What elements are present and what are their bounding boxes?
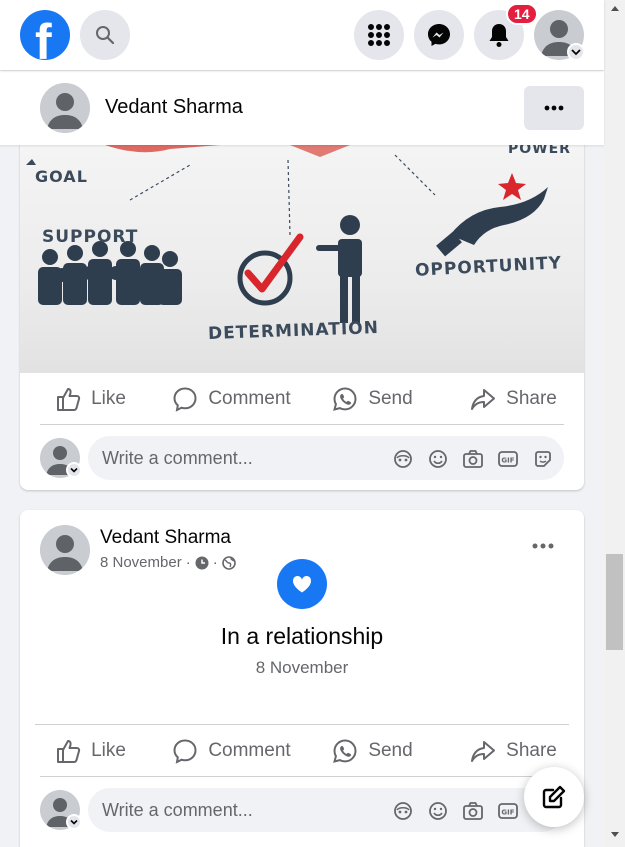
send-label: Send	[368, 388, 413, 409]
divider	[40, 776, 564, 777]
comment-bubble-icon	[173, 387, 197, 412]
divider	[40, 424, 564, 425]
post-meta: 8 November · ·	[100, 554, 236, 571]
post-card: GOAL SUPPORT DETERMINATION OPPORTUNITY P…	[20, 120, 584, 490]
author-avatar[interactable]	[40, 525, 90, 575]
post-actions: Like Comment Send Share	[20, 726, 584, 776]
post-date[interactable]: 8 November	[100, 554, 182, 571]
grid-menu-icon	[368, 24, 390, 46]
sticker-icon[interactable]	[532, 448, 554, 470]
camera-icon[interactable]	[462, 800, 484, 822]
account-menu-caret[interactable]	[567, 43, 585, 61]
search-button[interactable]	[80, 10, 130, 60]
send-button[interactable]: Send	[302, 726, 443, 776]
share-label: Share	[506, 388, 557, 409]
whatsapp-icon	[333, 739, 357, 763]
like-button[interactable]: Like	[20, 374, 161, 424]
commenter-switch-caret[interactable]	[66, 814, 82, 830]
share-arrow-icon	[471, 389, 496, 410]
share-label: Share	[506, 740, 557, 761]
like-label: Like	[91, 740, 126, 761]
whatsapp-icon	[333, 387, 357, 411]
notification-badge: 14	[506, 3, 538, 25]
emoji-icon[interactable]	[427, 800, 449, 822]
comment-bubble-icon	[173, 739, 197, 764]
image-word-support: SUPPORT	[42, 227, 139, 247]
meta-separator: ·	[212, 554, 218, 571]
image-word-power: POWER	[508, 145, 571, 157]
search-icon	[96, 26, 115, 45]
post-image: GOAL SUPPORT DETERMINATION OPPORTUNITY P…	[20, 145, 584, 373]
post-options-button[interactable]	[524, 86, 584, 130]
thumbs-up-icon	[57, 740, 81, 763]
divider	[35, 724, 569, 725]
gif-icon[interactable]: GIF	[497, 800, 519, 822]
compose-icon	[542, 785, 566, 809]
post-card: Vedant Sharma 8 November · · In a relati…	[20, 510, 584, 847]
comment-composer: Write a comment... GIF	[20, 786, 584, 832]
more-horizontal-icon	[544, 105, 564, 111]
comment-tools: GIF	[392, 448, 554, 470]
comment-label: Comment	[208, 740, 291, 761]
more-horizontal-icon	[532, 543, 554, 549]
clock-icon	[195, 556, 209, 569]
svg-text:GIF: GIF	[501, 809, 514, 817]
like-button[interactable]: Like	[20, 726, 161, 776]
new-message-button[interactable]	[524, 767, 584, 827]
comment-label: Comment	[208, 388, 291, 409]
scroll-down-arrow-icon[interactable]	[611, 832, 619, 837]
life-event-date: 8 November	[255, 658, 349, 677]
gif-icon[interactable]: GIF	[497, 448, 519, 470]
page-scrollbar[interactable]	[604, 0, 625, 847]
avatar-sticker-icon[interactable]	[392, 800, 414, 822]
author-name[interactable]: Vedant Sharma	[100, 527, 231, 549]
comment-placeholder: Write a comment...	[102, 799, 253, 820]
logo-letter: f	[35, 14, 52, 60]
scroll-up-arrow-icon[interactable]	[611, 6, 619, 11]
author-avatar[interactable]	[40, 83, 90, 133]
comment-button[interactable]: Comment	[161, 726, 302, 776]
comment-placeholder: Write a comment...	[102, 447, 253, 468]
heart-icon	[292, 575, 312, 593]
avatar-sticker-icon[interactable]	[392, 448, 414, 470]
messenger-icon	[428, 24, 450, 46]
meta-separator: ·	[185, 554, 191, 571]
camera-icon[interactable]	[462, 448, 484, 470]
chevron-down-icon	[571, 49, 581, 56]
share-button[interactable]: Share	[443, 374, 584, 424]
messenger-button[interactable]	[414, 10, 464, 60]
sticky-post-header: Vedant Sharma	[0, 71, 604, 145]
send-label: Send	[368, 740, 413, 761]
image-word-goal: GOAL	[35, 167, 88, 186]
globe-icon	[221, 555, 236, 570]
post-actions: Like Comment Send Share	[20, 374, 584, 424]
comment-button[interactable]: Comment	[161, 374, 302, 424]
svg-text:GIF: GIF	[501, 457, 514, 465]
comment-composer: Write a comment... GIF	[20, 434, 584, 480]
commenter-switch-caret[interactable]	[66, 462, 82, 478]
post-options-button[interactable]	[528, 536, 558, 556]
facebook-logo-icon[interactable]: f	[20, 10, 70, 60]
send-button[interactable]: Send	[302, 374, 443, 424]
like-label: Like	[91, 388, 126, 409]
chevron-down-icon	[70, 819, 78, 825]
share-arrow-icon	[471, 741, 496, 762]
menu-button[interactable]	[354, 10, 404, 60]
thumbs-up-icon	[57, 388, 81, 411]
author-name[interactable]: Vedant Sharma	[105, 96, 243, 119]
bell-icon	[489, 24, 509, 47]
emoji-icon[interactable]	[427, 448, 449, 470]
life-event-title: In a relationship	[220, 623, 384, 649]
scrollbar-thumb[interactable]	[606, 554, 623, 650]
comment-tools: GIF	[392, 800, 519, 822]
life-event-badge	[277, 559, 327, 609]
chevron-down-icon	[70, 467, 78, 473]
